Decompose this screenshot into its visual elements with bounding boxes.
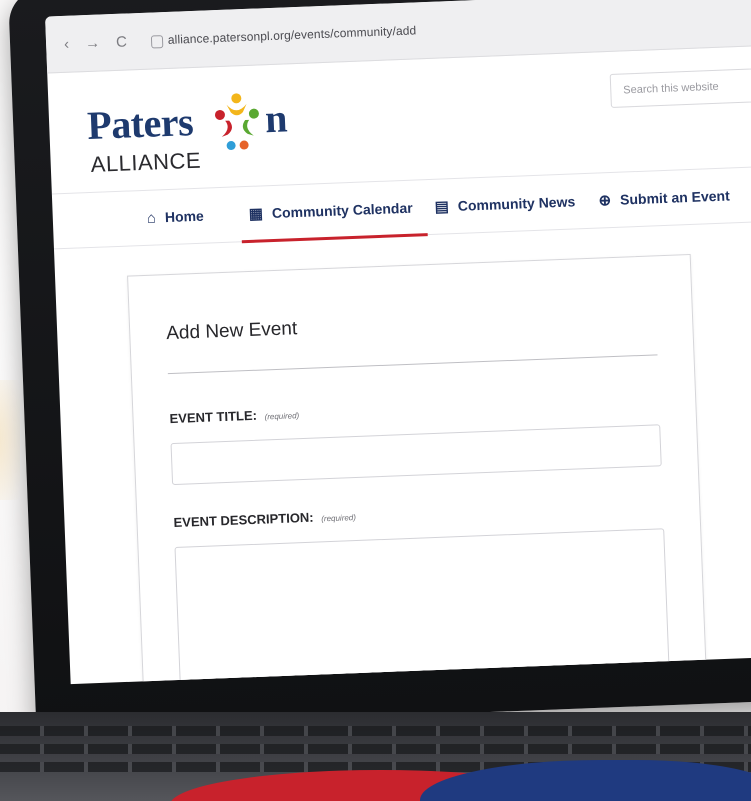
event-description-label: EVENT DESCRIPTION: (required) [173, 508, 356, 530]
ambient-glow [0, 380, 20, 500]
back-icon[interactable]: ‹ [64, 35, 70, 52]
nav-item-home[interactable]: ⌂ Home [146, 189, 205, 245]
logo-wordmark: Paters n [86, 93, 288, 151]
key-row [0, 726, 751, 736]
reload-icon[interactable]: C [116, 33, 127, 50]
calendar-icon: ▦ [248, 205, 264, 223]
required-note: (required) [321, 513, 357, 524]
event-title-label: EVENT TITLE: (required) [169, 406, 299, 426]
event-description-label-text: EVENT DESCRIPTION: [173, 509, 314, 531]
event-description-textarea[interactable] [174, 528, 672, 685]
nav-item-label: Submit an Event [619, 187, 730, 208]
form-title: Add New Event [165, 318, 298, 345]
nav-item-community-calendar[interactable]: ▦ Community Calendar [248, 181, 414, 241]
form-divider [167, 354, 658, 375]
nav-item-community-news[interactable]: ▤ Community News [434, 174, 577, 233]
add-event-form: Add New Event EVENT TITLE: (required) EV… [127, 253, 709, 685]
nav-item-label: Community News [457, 193, 576, 214]
event-title-input[interactable] [170, 424, 662, 486]
forward-icon[interactable]: → [85, 34, 101, 52]
nav-item-label: Home [164, 207, 205, 226]
laptop-screen: ‹ → C alliance.patersonpl.org/events/com… [45, 0, 751, 685]
site-logo[interactable]: Paters n ALLIANCE [86, 93, 309, 192]
key-row [0, 744, 751, 754]
logo-people-icon [214, 93, 259, 151]
site-info-icon[interactable] [150, 34, 164, 49]
search-input[interactable]: Search this website [609, 67, 751, 108]
home-icon: ⌂ [146, 208, 157, 227]
required-note: (required) [264, 411, 300, 422]
logo-word-suffix: n [264, 95, 288, 142]
newspaper-icon: ▤ [434, 198, 450, 216]
address-bar[interactable]: alliance.patersonpl.org/events/community… [150, 23, 417, 49]
logo-subword: ALLIANCE [90, 147, 202, 177]
nav-item-submit-event[interactable]: ⊕ Submit an Event [597, 168, 730, 227]
plus-circle-icon: ⊕ [598, 192, 612, 210]
event-title-label-text: EVENT TITLE: [169, 407, 258, 427]
logo-word-prefix: Paters [86, 99, 194, 149]
laptop-lid: ‹ → C alliance.patersonpl.org/events/com… [8, 0, 751, 730]
scene: ‹ → C alliance.patersonpl.org/events/com… [0, 0, 751, 801]
url-text[interactable]: alliance.patersonpl.org/events/community… [168, 23, 417, 47]
nav-item-label: Community Calendar [271, 199, 413, 222]
